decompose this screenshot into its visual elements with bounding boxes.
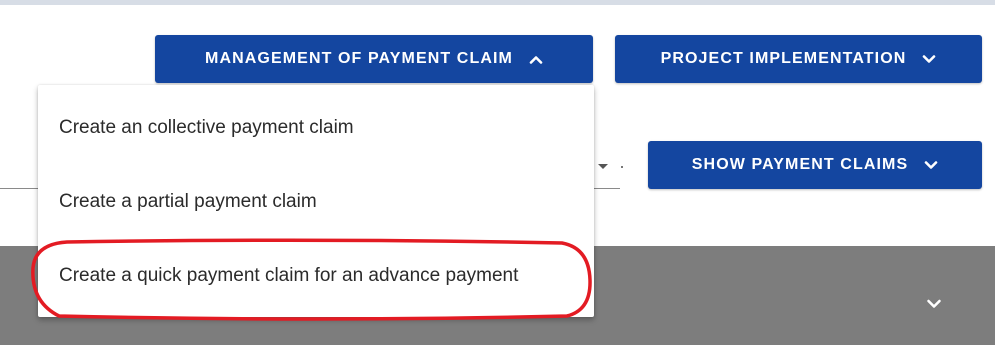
- chevron-down-icon: [922, 54, 936, 64]
- top-border-strip: [0, 0, 995, 5]
- project-implementation-button[interactable]: PROJECT IMPLEMENTATION: [615, 35, 982, 83]
- management-of-payment-claim-button[interactable]: MANAGEMENT OF PAYMENT CLAIM: [155, 35, 593, 83]
- project-button-label: PROJECT IMPLEMENTATION: [660, 50, 907, 67]
- menu-item-create-collective-claim[interactable]: Create an collective payment claim: [38, 91, 594, 165]
- select-divider-dot: [621, 166, 623, 168]
- payment-claim-dropdown-menu: Create an collective payment claim Creat…: [38, 85, 594, 317]
- show-payment-claims-button[interactable]: SHOW PAYMENT CLAIMS: [648, 141, 982, 189]
- menu-item-label: Create an collective payment claim: [59, 117, 354, 138]
- menu-item-create-partial-claim[interactable]: Create a partial payment claim: [38, 165, 594, 239]
- menu-item-create-quick-advance-claim[interactable]: Create a quick payment claim for an adva…: [38, 239, 594, 313]
- chevron-up-icon: [529, 55, 543, 64]
- chevron-down-icon[interactable]: [926, 296, 942, 314]
- menu-item-label: Create a quick payment claim for an adva…: [59, 265, 519, 286]
- show-claims-button-label: SHOW PAYMENT CLAIMS: [691, 156, 909, 173]
- select-arrow-icon[interactable]: [598, 164, 608, 169]
- chevron-down-icon: [924, 160, 938, 170]
- menu-item-label: Create a partial payment claim: [59, 191, 317, 212]
- management-button-label: MANAGEMENT OF PAYMENT CLAIM: [205, 50, 513, 67]
